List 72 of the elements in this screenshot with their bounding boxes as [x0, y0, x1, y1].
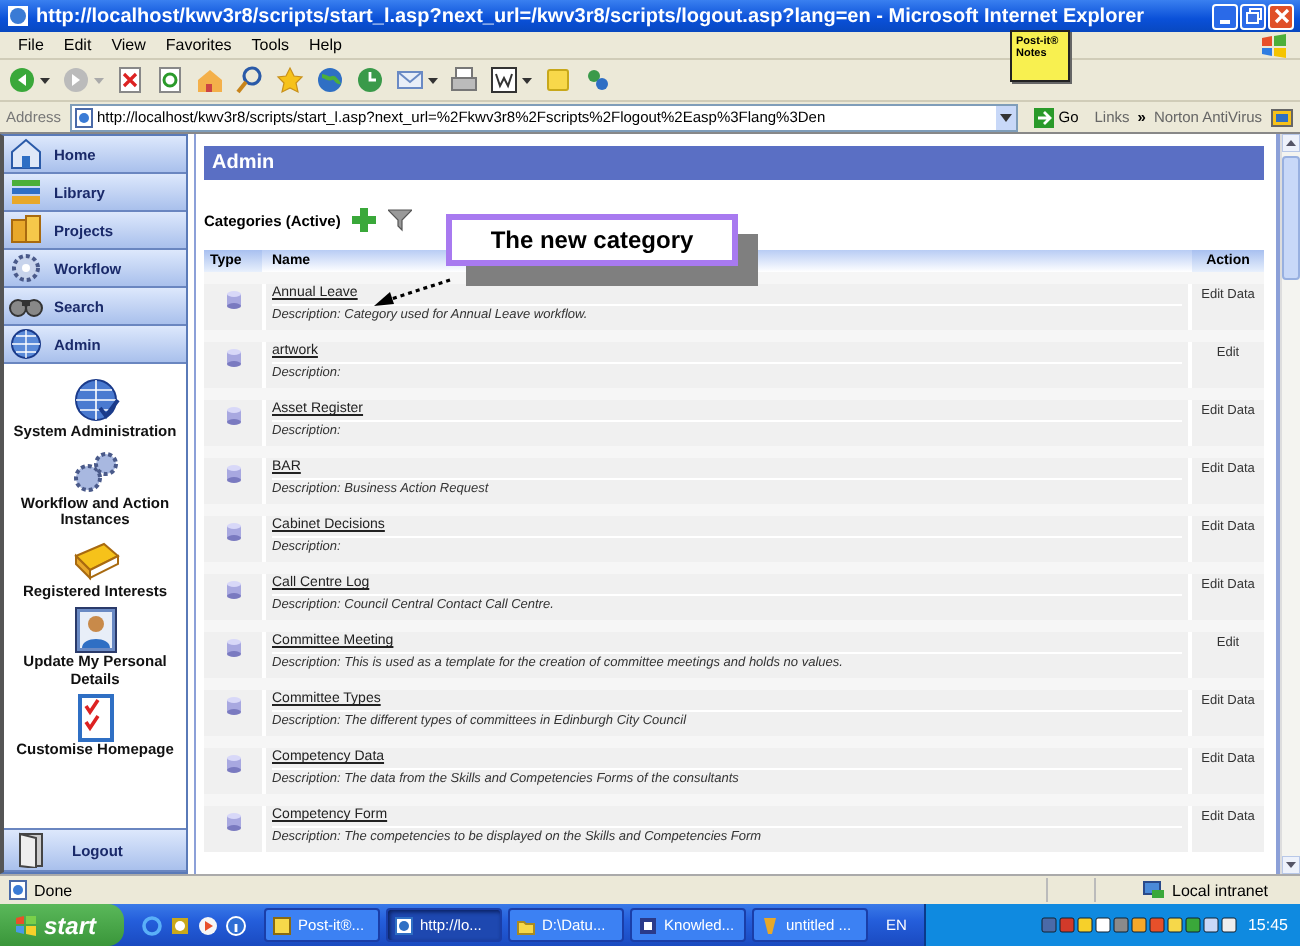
- windows-logo-icon: [1260, 33, 1288, 57]
- messenger-icon[interactable]: [584, 66, 612, 94]
- cylinder-icon: [225, 348, 241, 368]
- app-icon: [638, 915, 659, 935]
- globe-icon: [8, 326, 44, 362]
- scroll-thumb[interactable]: [1282, 156, 1300, 280]
- cylinder-icon: [225, 580, 241, 600]
- cylinder-icon: [225, 464, 241, 484]
- clock: 15:45: [1247, 916, 1288, 934]
- house-icon: [8, 136, 44, 172]
- globe-icon[interactable]: [69, 376, 121, 424]
- cylinder-icon: [225, 696, 241, 716]
- page-icon: [73, 107, 94, 127]
- gears-icon[interactable]: [69, 447, 121, 495]
- status-text: Done: [34, 881, 73, 899]
- dropdown-arrow-icon[interactable]: [40, 77, 50, 83]
- dropdown-button[interactable]: [996, 105, 1017, 129]
- page-icon: [8, 880, 28, 900]
- info-icon[interactable]: [226, 915, 247, 935]
- add-icon[interactable]: [352, 208, 377, 232]
- cylinder-icon: [225, 290, 241, 310]
- search-icon[interactable]: [236, 66, 264, 94]
- restore-icon: [1245, 8, 1261, 24]
- menu-item[interactable]: Tools: [241, 36, 299, 54]
- play-icon[interactable]: [198, 915, 219, 935]
- menu-item[interactable]: Favorites: [155, 36, 242, 54]
- security-zone: Local intranet: [1172, 881, 1271, 899]
- cylinder-icon: [225, 522, 241, 542]
- note-icon: [272, 915, 293, 935]
- cylinder-icon: [225, 406, 241, 426]
- dropdown-arrow-icon[interactable]: [522, 77, 532, 83]
- stop-icon[interactable]: [116, 66, 144, 94]
- media-player-icon[interactable]: [170, 915, 191, 935]
- filter-icon[interactable]: [388, 208, 413, 232]
- person-card-icon[interactable]: [69, 606, 121, 654]
- dropdown-arrow-icon: [1000, 113, 1013, 121]
- pointer-arrow: [372, 278, 452, 310]
- go-arrow-icon: [1034, 107, 1055, 127]
- menu-item[interactable]: View: [101, 36, 156, 54]
- history-icon[interactable]: [356, 66, 384, 94]
- browser-icon[interactable]: [142, 915, 163, 935]
- maximize-button[interactable]: [1240, 3, 1266, 29]
- toolbar-extension-icon: [1270, 107, 1294, 127]
- cylinder-icon: [225, 754, 241, 774]
- network-icon: [1142, 880, 1166, 900]
- cylinder-icon: [225, 638, 241, 658]
- close-icon: [1273, 8, 1289, 24]
- refresh-icon[interactable]: [156, 66, 184, 94]
- home-icon[interactable]: [196, 66, 224, 94]
- folder-icon: [516, 915, 537, 935]
- dropdown-arrow-icon[interactable]: [428, 77, 438, 83]
- printer-icon[interactable]: [450, 66, 478, 94]
- gear-icon: [8, 250, 44, 286]
- cylinder-icon: [225, 812, 241, 832]
- scroll-down-icon: [1282, 856, 1300, 874]
- browser-icon: [394, 915, 415, 935]
- document-icon[interactable]: [490, 66, 518, 94]
- boxes-icon: [8, 212, 44, 248]
- door-icon: [16, 832, 48, 868]
- menu-item[interactable]: Edit: [53, 36, 102, 54]
- minimize-button[interactable]: [1212, 3, 1238, 29]
- menu-item[interactable]: File: [8, 36, 54, 54]
- window-title: http://localhost/kwv3r8/scripts/start_l.asp?next_url=/kwv3r8/scripts/logout.asp?lang=en - Microsoft Internet Explorer: [36, 5, 1147, 27]
- scrollbar[interactable]: [1280, 134, 1300, 874]
- windows-logo-icon: [16, 915, 36, 935]
- close-button[interactable]: [1268, 3, 1294, 29]
- books-icon: [8, 174, 44, 210]
- menu-item[interactable]: Help: [298, 36, 352, 54]
- star-icon[interactable]: [276, 66, 304, 94]
- browser-icon: [6, 4, 30, 28]
- page-heading: Admin: [204, 146, 1264, 180]
- scroll-up-icon: [1282, 134, 1300, 152]
